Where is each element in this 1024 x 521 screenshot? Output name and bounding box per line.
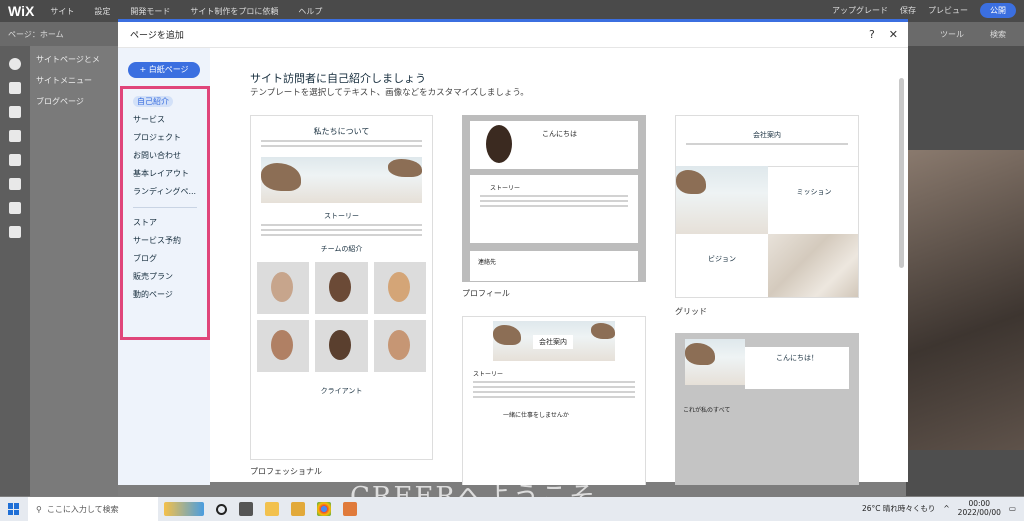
- widget-icon[interactable]: [164, 502, 204, 516]
- template-work: 一緒に仕事をしませんか: [503, 412, 569, 419]
- template-hello: こんにちは: [542, 130, 577, 138]
- app-icon[interactable]: [343, 502, 357, 516]
- team-grid: [257, 262, 426, 372]
- menu-dev-mode[interactable]: 開発モード: [130, 6, 170, 17]
- menus-icon[interactable]: [9, 82, 21, 94]
- menu-hire-pro[interactable]: サイト制作をプロに依頼: [190, 6, 278, 17]
- portfolio-icon[interactable]: [9, 226, 21, 238]
- blank-page-button[interactable]: + 白紙ページ: [128, 62, 200, 78]
- category-pricing-plans[interactable]: 販売プラン: [133, 268, 207, 286]
- template-caption: プロフェッショナル: [250, 467, 322, 476]
- windows-start-icon[interactable]: [8, 503, 20, 515]
- chrome-icon[interactable]: [317, 502, 331, 516]
- publish-button[interactable]: 公開: [980, 3, 1016, 18]
- preview-link[interactable]: プレビュー: [928, 5, 968, 16]
- dialog-header: ページを追加 ? ✕: [118, 22, 908, 48]
- template-area: サイト訪問者に自己紹介しましょう テンプレートを選択してテキスト、画像などをカス…: [210, 48, 908, 485]
- category-dynamic-pages[interactable]: 動的ページ: [133, 286, 207, 304]
- section-heading: サイト訪問者に自己紹介しましょう: [250, 72, 426, 85]
- template-card-hello[interactable]: こんにちは！ これが私のすべて: [675, 333, 859, 485]
- category-store[interactable]: ストア: [133, 214, 207, 232]
- template-mission: ミッション: [796, 188, 832, 196]
- category-divider: [133, 207, 197, 208]
- clock[interactable]: 00:00 2022/00/00: [958, 499, 1001, 517]
- apps-icon[interactable]: [9, 154, 21, 166]
- template-story: ストーリー: [324, 212, 359, 220]
- template-story: ストーリー: [473, 371, 504, 378]
- template-all: これが私のすべて: [683, 407, 731, 414]
- template-title: 会社案内: [753, 131, 781, 139]
- system-tray: 26°C 晴れ時々くもり ^ 00:00 2022/00/00 ▭: [862, 499, 1016, 517]
- template-team: チームの紹介: [320, 245, 363, 253]
- weather-text[interactable]: 26°C 晴れ時々くもり: [862, 503, 935, 514]
- blog-pages-item[interactable]: ブログページ: [36, 96, 112, 107]
- category-list: 自己紹介 サービス プロジェクト お問い合わせ 基本レイアウト ランディングペ.…: [120, 86, 210, 340]
- category-basic-layout[interactable]: 基本レイアウト: [133, 165, 207, 183]
- template-clients: クライアント: [320, 387, 363, 395]
- wix-logo: WiX: [8, 3, 35, 19]
- task-view-icon[interactable]: [216, 503, 227, 515]
- beach-image: [261, 157, 422, 203]
- menu-settings[interactable]: 設定: [94, 6, 110, 17]
- site-pages-title: サイトページとメ: [36, 55, 100, 64]
- scrollbar[interactable]: [899, 78, 904, 268]
- template-vision: ビジョン: [708, 255, 736, 263]
- upgrade-link[interactable]: アップグレード: [832, 5, 888, 16]
- taskbar-search-placeholder: ここに入力して検索: [46, 504, 119, 514]
- save-link[interactable]: 保存: [900, 5, 916, 16]
- template-title: 私たちについて: [313, 127, 370, 136]
- editor-left-rail: [0, 46, 30, 496]
- template-card-company[interactable]: 会社案内 ストーリー 一緒に仕事をしませんか: [462, 316, 646, 485]
- template-title: 会社案内: [533, 335, 573, 349]
- media-icon[interactable]: [9, 202, 21, 214]
- site-menu-item[interactable]: サイトメニュー: [36, 75, 112, 86]
- template-card-grid[interactable]: 会社案内 ミッション ビジョン: [675, 115, 859, 298]
- section-subheading: テンプレートを選択してテキスト、画像などをカスタマイズしましょう。: [250, 88, 529, 98]
- editor-menu: サイト 設定 開発モード サイト制作をプロに依頼 ヘルプ: [50, 6, 322, 17]
- taskbar-search[interactable]: ⚲ ここに入力して検索: [28, 497, 158, 521]
- template-caption: グリッド: [675, 307, 707, 316]
- business-icon[interactable]: [9, 178, 21, 190]
- tools-button[interactable]: ツール: [940, 29, 964, 40]
- search-button[interactable]: 検索: [990, 29, 1006, 40]
- template-contact: 連絡先: [478, 259, 497, 266]
- dialog-sidebar: + 白紙ページ 自己紹介 サービス プロジェクト お問い合わせ 基本レイアウト …: [118, 48, 210, 485]
- notification-icon[interactable]: ▭: [1009, 504, 1016, 513]
- menu-site[interactable]: サイト: [50, 6, 74, 17]
- help-icon[interactable]: ?: [869, 28, 875, 41]
- template-card-profile[interactable]: こんにちは ストーリー 連絡先: [462, 115, 646, 282]
- design-icon[interactable]: [9, 130, 21, 142]
- explorer-icon[interactable]: [265, 502, 279, 516]
- tray-chevron-icon[interactable]: ^: [943, 504, 949, 513]
- clock-time: 00:00: [968, 499, 991, 508]
- menu-help[interactable]: ヘルプ: [298, 6, 322, 17]
- multitask-icon[interactable]: [239, 502, 253, 516]
- clock-date: 2022/00/00: [957, 508, 1001, 517]
- canvas-photo: [906, 150, 1024, 450]
- add-icon[interactable]: [9, 58, 21, 70]
- category-contact[interactable]: お問い合わせ: [133, 147, 207, 165]
- category-about[interactable]: 自己紹介: [133, 93, 207, 111]
- pages-icon[interactable]: [9, 106, 21, 118]
- template-card-professional[interactable]: 私たちについて ストーリー チームの紹介 クライアント: [250, 115, 433, 460]
- windows-taskbar: ⚲ ここに入力して検索 26°C 晴れ時々くもり ^ 00:00 2022/00…: [0, 497, 1024, 521]
- dialog-title: ページを追加: [130, 31, 184, 41]
- page-selector[interactable]: ページ：ホーム: [8, 29, 64, 40]
- editor-actions: アップグレード 保存 プレビュー 公開: [832, 3, 1016, 18]
- template-caption: プロフィール: [462, 289, 510, 298]
- category-services[interactable]: サービス: [133, 111, 207, 129]
- search-icon: ⚲: [36, 504, 42, 514]
- category-blog[interactable]: ブログ: [133, 250, 207, 268]
- folder-icon[interactable]: [291, 502, 305, 516]
- site-pages-panel: サイトページとメ サイトメニュー ブログページ: [30, 46, 118, 496]
- category-projects[interactable]: プロジェクト: [133, 129, 207, 147]
- template-story: ストーリー: [490, 185, 521, 192]
- category-landing[interactable]: ランディングペ...: [133, 183, 207, 201]
- close-icon[interactable]: ✕: [889, 28, 898, 41]
- category-bookings[interactable]: サービス予約: [133, 232, 207, 250]
- add-page-dialog: ページを追加 ? ✕ + 白紙ページ 自己紹介 サービス プロジェクト お問い合…: [118, 19, 908, 485]
- template-hello: こんにちは！: [776, 354, 818, 362]
